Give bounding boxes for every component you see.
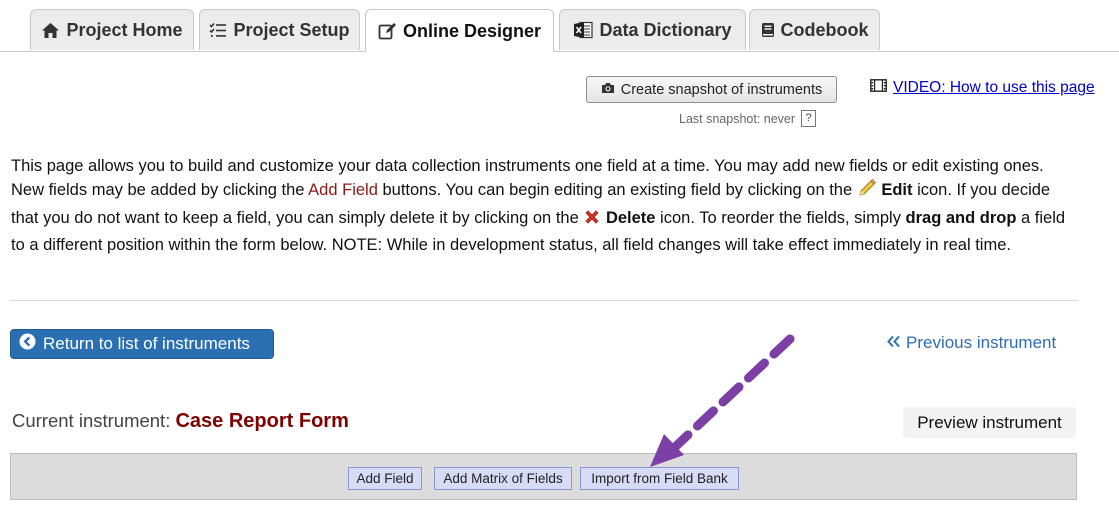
excel-icon bbox=[573, 21, 594, 39]
previous-label: Previous instrument bbox=[906, 333, 1057, 352]
tab-online-designer[interactable]: Online Designer bbox=[365, 9, 554, 52]
add-field-mention: Add Field bbox=[308, 181, 378, 200]
create-snapshot-button[interactable]: Create snapshot of instruments bbox=[586, 76, 837, 103]
video-link-container: VIDEO: How to use this page bbox=[870, 79, 1095, 97]
tab-label: Data Dictionary bbox=[599, 19, 732, 40]
intro-paragraph: This page allows you to build and custom… bbox=[11, 154, 1081, 257]
previous-instrument-link[interactable]: Previous instrument bbox=[886, 333, 1056, 353]
drag-drop-label: drag and drop bbox=[905, 208, 1017, 227]
tab-bar: Project Home Project Setup Online Design… bbox=[0, 0, 1119, 52]
film-icon bbox=[870, 79, 887, 97]
return-label: Return to list of instruments bbox=[43, 334, 250, 353]
current-instrument: Current instrument: Case Report Form bbox=[12, 410, 349, 433]
camera-icon bbox=[601, 82, 615, 98]
tab-data-dictionary[interactable]: Data Dictionary bbox=[559, 9, 746, 50]
tab-label: Project Setup bbox=[233, 19, 350, 40]
video-link[interactable]: VIDEO: How to use this page bbox=[893, 79, 1095, 97]
intro-text: buttons. You can begin editing an existi… bbox=[377, 181, 857, 200]
delete-x-icon bbox=[583, 208, 601, 233]
pencil-icon bbox=[857, 178, 877, 205]
tab-label: Codebook bbox=[780, 19, 869, 40]
tab-project-home[interactable]: Project Home bbox=[30, 9, 194, 50]
current-instrument-prefix: Current instrument: bbox=[12, 410, 171, 431]
divider bbox=[10, 300, 1078, 301]
home-icon bbox=[41, 22, 60, 39]
tab-label: Project Home bbox=[66, 19, 183, 40]
tab-label: Online Designer bbox=[402, 20, 542, 41]
last-snapshot-note: Last snapshot: never ? bbox=[679, 110, 817, 127]
create-snapshot-label: Create snapshot of instruments bbox=[620, 81, 823, 98]
checklist-icon bbox=[209, 22, 227, 38]
book-icon bbox=[761, 22, 775, 38]
edit-icon bbox=[378, 22, 397, 40]
intro-text: icon. To reorder the fields, simply bbox=[655, 208, 906, 227]
delete-label: Delete bbox=[605, 208, 656, 227]
double-chevron-left-icon bbox=[886, 333, 901, 353]
import-field-bank-button[interactable]: Import from Field Bank bbox=[580, 467, 739, 490]
add-field-button[interactable]: Add Field bbox=[348, 467, 422, 490]
return-to-instruments-button[interactable]: Return to list of instruments bbox=[10, 329, 274, 359]
circle-chevron-left-icon bbox=[19, 333, 36, 355]
instrument-name: Case Report Form bbox=[175, 410, 349, 432]
field-actions-bar: Add Field Add Matrix of Fields Import fr… bbox=[10, 453, 1077, 500]
preview-instrument-button[interactable]: Preview instrument bbox=[903, 407, 1076, 438]
add-matrix-button[interactable]: Add Matrix of Fields bbox=[434, 467, 572, 490]
last-snapshot-text: Last snapshot: never bbox=[679, 111, 796, 126]
help-icon[interactable]: ? bbox=[801, 110, 817, 127]
tab-project-setup[interactable]: Project Setup bbox=[199, 9, 360, 50]
edit-label: Edit bbox=[881, 181, 913, 200]
tab-codebook[interactable]: Codebook bbox=[749, 9, 880, 50]
